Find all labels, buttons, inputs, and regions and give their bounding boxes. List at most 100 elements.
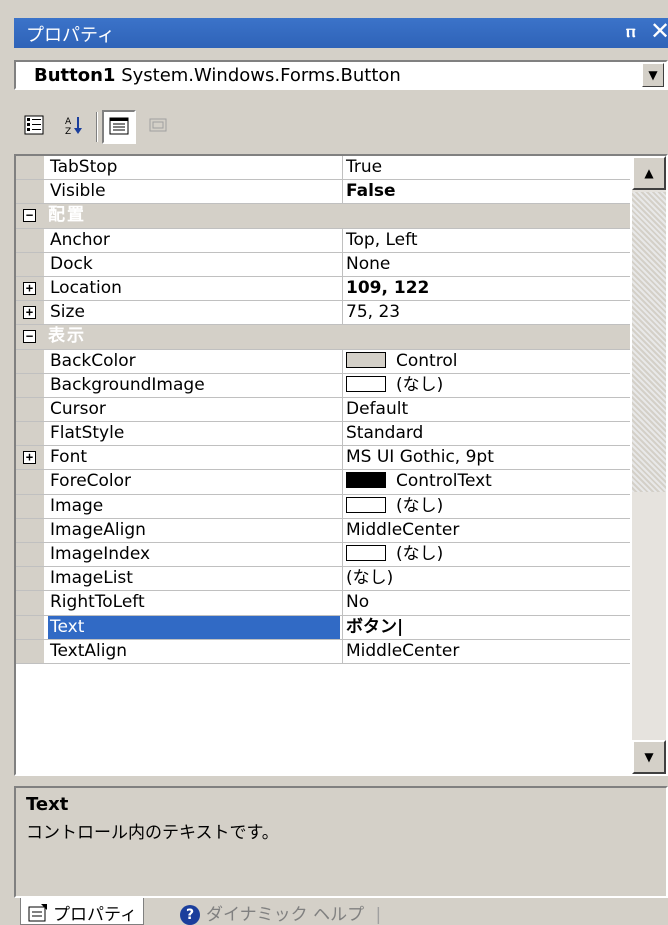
scrollbar-thumb[interactable] xyxy=(632,192,666,492)
expand-icon[interactable]: + xyxy=(23,451,36,465)
tab-properties[interactable]: プロパティ xyxy=(20,898,144,925)
property-row[interactable]: Visible False xyxy=(16,180,630,205)
collapse-icon[interactable]: − xyxy=(23,209,36,223)
property-value-text: Top, Left xyxy=(346,229,418,250)
property-row[interactable]: Text ボタン| xyxy=(16,615,630,640)
row-gutter: + xyxy=(16,301,44,325)
properties-tab-icon xyxy=(28,904,47,922)
column-divider xyxy=(342,639,343,663)
pin-icon[interactable]: ⲡ xyxy=(626,21,635,42)
property-row[interactable]: BackColor Control xyxy=(16,349,630,374)
category-label: 表示 xyxy=(48,326,86,347)
scroll-up-icon[interactable]: ▲ xyxy=(632,156,666,190)
toolbar-separator xyxy=(96,112,98,142)
property-value-text: None xyxy=(346,253,391,274)
property-name: BackgroundImage xyxy=(50,374,205,395)
property-value[interactable]: Default xyxy=(344,398,630,421)
property-value[interactable]: Control xyxy=(344,350,630,373)
column-divider xyxy=(342,180,343,204)
color-swatch xyxy=(346,545,386,561)
vertical-scrollbar[interactable]: ▲ ▼ xyxy=(632,156,666,774)
property-value[interactable]: MS UI Gothic, 9pt xyxy=(344,446,630,469)
row-gutter xyxy=(16,397,44,422)
property-value-text: MS UI Gothic, 9pt xyxy=(346,447,494,468)
property-row[interactable]: Dock None xyxy=(16,252,630,277)
property-value[interactable]: Standard xyxy=(344,422,630,445)
color-swatch xyxy=(346,375,386,392)
property-row[interactable]: Anchor Top, Left xyxy=(16,228,630,253)
property-value[interactable]: MiddleCenter xyxy=(344,519,630,542)
category-row[interactable]: − 表示 xyxy=(16,325,630,350)
property-row[interactable]: ImageAlign MiddleCenter xyxy=(16,518,630,543)
row-gutter xyxy=(16,228,44,252)
property-value-text: (なし) xyxy=(396,544,444,564)
events-icon xyxy=(149,118,167,132)
property-value[interactable]: ControlText xyxy=(344,470,630,493)
tab-properties-label: プロパティ xyxy=(53,905,137,925)
row-gutter xyxy=(16,252,44,276)
row-gutter: − xyxy=(16,325,44,349)
property-row[interactable]: Image (なし) xyxy=(16,494,630,519)
categorized-button[interactable] xyxy=(18,110,52,144)
row-gutter: + xyxy=(16,446,44,470)
expand-icon[interactable]: + xyxy=(23,306,36,320)
collapse-icon[interactable]: − xyxy=(23,330,36,344)
property-row[interactable]: + Font MS UI Gothic, 9pt xyxy=(16,446,630,471)
property-row[interactable]: TabStop True xyxy=(16,156,630,181)
property-row[interactable]: TextAlign MiddleCenter xyxy=(16,639,630,664)
row-gutter: + xyxy=(16,276,44,301)
row-gutter xyxy=(16,470,44,494)
property-value[interactable]: 109, 122 xyxy=(344,277,630,300)
property-row[interactable]: ImageList (なし) xyxy=(16,567,630,592)
property-value-text: 109, 122 xyxy=(346,277,430,298)
category-row[interactable]: − 配置 xyxy=(16,204,630,229)
property-value-text: False xyxy=(346,181,396,202)
object-selector[interactable]: Button1 System.Windows.Forms.Button ▼ xyxy=(14,60,668,90)
scroll-down-icon[interactable]: ▼ xyxy=(632,740,666,774)
property-value[interactable]: Top, Left xyxy=(344,229,630,252)
property-value[interactable]: (なし) xyxy=(344,567,630,590)
property-value[interactable]: No xyxy=(344,591,630,614)
property-row[interactable]: ForeColor ControlText xyxy=(16,470,630,495)
chevron-down-icon[interactable]: ▼ xyxy=(642,63,664,87)
property-value[interactable]: (なし) xyxy=(344,374,630,397)
property-value-text: ControlText xyxy=(396,471,492,492)
row-gutter xyxy=(16,639,44,663)
column-divider xyxy=(342,446,343,470)
property-row[interactable]: RightToLeft No xyxy=(16,591,630,616)
expand-icon[interactable]: + xyxy=(23,281,36,295)
property-name: ImageIndex xyxy=(50,544,151,564)
property-row[interactable]: FlatStyle Standard xyxy=(16,422,630,447)
alphabetical-button[interactable]: A Z xyxy=(58,110,92,144)
column-divider xyxy=(342,615,343,639)
categorized-icon xyxy=(24,115,44,135)
property-value[interactable]: None xyxy=(344,253,630,276)
property-value[interactable]: ボタン| xyxy=(344,616,630,639)
color-swatch xyxy=(346,472,386,489)
property-name: ImageAlign xyxy=(50,519,146,540)
category-label: 配置 xyxy=(48,205,86,226)
row-gutter xyxy=(16,591,44,615)
tab-dynamic-help-label: ダイナミック ヘルプ xyxy=(206,905,365,925)
property-value[interactable]: False xyxy=(344,180,630,203)
close-icon[interactable]: ✕ xyxy=(650,17,668,45)
column-divider xyxy=(342,228,343,252)
property-value-text: Default xyxy=(346,398,409,419)
property-value[interactable]: True xyxy=(344,156,630,179)
properties-icon xyxy=(109,117,129,135)
property-row[interactable]: ImageIndex (なし) xyxy=(16,543,630,568)
property-value[interactable]: (なし) xyxy=(344,495,630,518)
property-row[interactable]: Cursor Default xyxy=(16,397,630,423)
property-row[interactable]: BackgroundImage (なし) xyxy=(16,373,630,398)
row-gutter xyxy=(16,615,44,639)
events-button[interactable] xyxy=(142,110,176,144)
tab-dynamic-help[interactable]: ? ダイナミック ヘルプ | xyxy=(174,898,387,925)
titlebar-caption[interactable]: プロパティ ⲡ ✕ xyxy=(14,17,668,48)
property-value[interactable]: (なし) xyxy=(344,543,630,566)
properties-button[interactable] xyxy=(102,110,136,144)
property-row[interactable]: + Location 109, 122 xyxy=(16,276,630,302)
column-divider xyxy=(342,349,343,373)
property-value[interactable]: MiddleCenter xyxy=(344,640,630,663)
property-row[interactable]: + Size 75, 23 xyxy=(16,301,630,326)
property-value[interactable]: 75, 23 xyxy=(344,301,630,324)
